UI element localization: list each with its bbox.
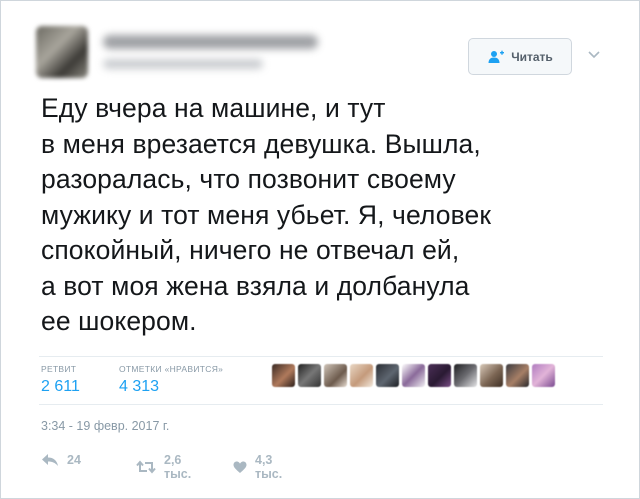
tweet-text: Еду вчера на машине, и тут в меня врезае… [41,93,492,336]
retweet-count: 2,6 тыс. [164,453,192,481]
reply-action[interactable]: 24 [41,453,81,467]
add-user-icon [487,50,505,64]
liker-avatar[interactable] [506,364,529,387]
heart-icon [233,461,247,474]
like-action[interactable]: 4,3 тыс. [233,453,282,481]
liker-avatar[interactable] [454,364,477,387]
liker-avatar[interactable] [480,364,503,387]
liker-avatar[interactable] [428,364,451,387]
retweet-icon [136,460,156,474]
liker-avatar[interactable] [532,364,555,387]
liker-avatar[interactable] [376,364,399,387]
author-avatar[interactable] [36,26,88,78]
tweet-card: Читать Еду вчера на машине, и тут в меня… [0,0,640,499]
retweets-label: РЕТВИТ [41,364,77,374]
divider [39,356,603,357]
like-count: 4,3 тыс. [255,453,283,481]
author-name-blurred[interactable] [103,35,318,49]
tweet-timestamp[interactable]: 3:34 - 19 февр. 2017 г. [41,419,169,433]
reply-icon [41,453,59,467]
liker-avatar[interactable] [350,364,373,387]
chevron-down-icon[interactable] [586,48,602,60]
likes-label: ОТМЕТКИ «НРАВИТСЯ» [119,364,224,374]
author-handle-blurred[interactable] [103,59,263,69]
reply-count: 24 [67,453,81,467]
retweets-count[interactable]: 2 611 [41,378,80,396]
retweet-action[interactable]: 2,6 тыс. [136,453,191,481]
liker-avatar[interactable] [272,364,295,387]
liker-avatars [272,364,555,390]
follow-button-label: Читать [511,49,553,64]
liker-avatar[interactable] [298,364,321,387]
liker-avatar[interactable] [402,364,425,387]
follow-button[interactable]: Читать [468,38,572,75]
liker-avatar[interactable] [324,364,347,387]
divider [39,404,603,405]
likes-count[interactable]: 4 313 [119,378,159,396]
